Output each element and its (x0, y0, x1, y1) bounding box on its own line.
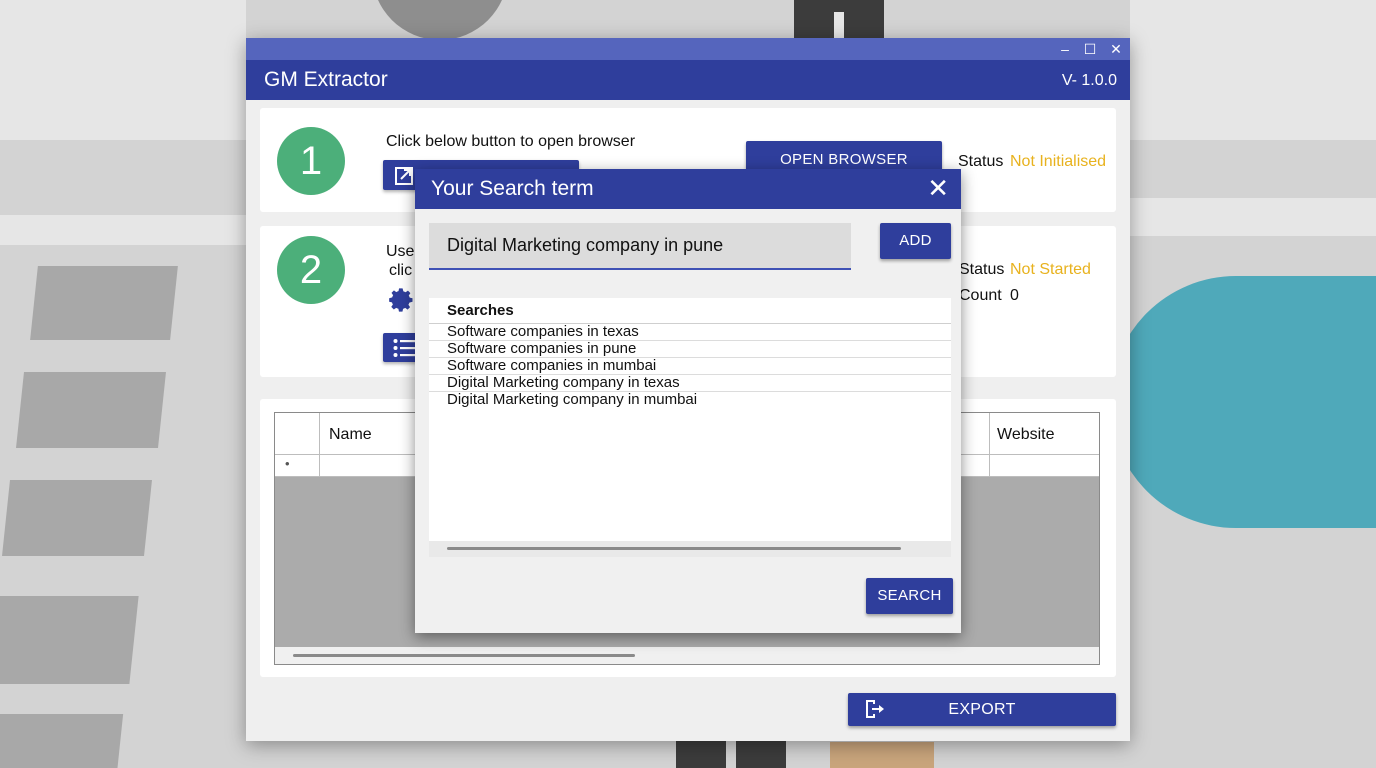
list-item[interactable]: Software companies in pune (429, 341, 951, 358)
searches-list: Searches Software companies in texas Sof… (429, 298, 951, 541)
dialog-close-icon[interactable]: ✕ (927, 175, 949, 201)
step2-status-label: Status (959, 261, 1005, 278)
search-term-dialog: Your Search term ✕ ADD Searches Software… (415, 169, 961, 633)
step2-status-value: Not Started (1010, 261, 1091, 278)
step2-instruction-line1: Use (386, 243, 415, 260)
row-marker: • (285, 456, 290, 471)
search-button[interactable]: SEARCH (866, 578, 953, 614)
step2-count-value: 0 (1010, 287, 1019, 304)
step2-count-label: Count (959, 287, 1002, 304)
step1-status-label: Status (958, 153, 1004, 170)
table-scrollbar[interactable] (275, 647, 1099, 664)
searches-list-header: Searches (429, 298, 951, 324)
window-titlebar: – ☐ ✕ (246, 38, 1130, 60)
search-term-input[interactable] (429, 223, 851, 270)
list-icon (393, 339, 415, 357)
step2-number: 2 (277, 236, 345, 304)
version-label: V- 1.0.0 (1061, 72, 1117, 89)
maximize-icon[interactable]: ☐ (1081, 40, 1099, 58)
list-item[interactable]: Digital Marketing company in mumbai (429, 392, 951, 409)
export-label: EXPORT (948, 701, 1016, 718)
add-button[interactable]: ADD (880, 223, 951, 259)
step2-instruction-line2: clic (389, 262, 413, 279)
export-icon (866, 700, 884, 718)
gear-icon[interactable] (388, 286, 416, 314)
export-button[interactable]: EXPORT (848, 693, 1116, 726)
app-header: GM Extractor V- 1.0.0 (246, 60, 1130, 100)
column-header-website[interactable]: Website (997, 426, 1055, 444)
list-item[interactable]: Software companies in mumbai (429, 358, 951, 375)
app-title: GM Extractor (264, 68, 388, 91)
close-icon[interactable]: ✕ (1107, 40, 1125, 58)
external-link-icon (395, 167, 413, 185)
list-item[interactable]: Digital Marketing company in texas (429, 375, 951, 392)
searches-list-scrollbar[interactable] (429, 541, 951, 557)
step1-status-value: Not Initialised (1010, 153, 1107, 170)
minimize-icon[interactable]: – (1056, 40, 1074, 58)
step1-number: 1 (277, 127, 345, 195)
dialog-header: Your Search term ✕ (415, 169, 961, 209)
column-header-name[interactable]: Name (329, 426, 372, 444)
step1-instruction: Click below button to open browser (386, 133, 636, 150)
list-item[interactable]: Software companies in texas (429, 324, 951, 341)
dialog-title: Your Search term (431, 177, 594, 200)
